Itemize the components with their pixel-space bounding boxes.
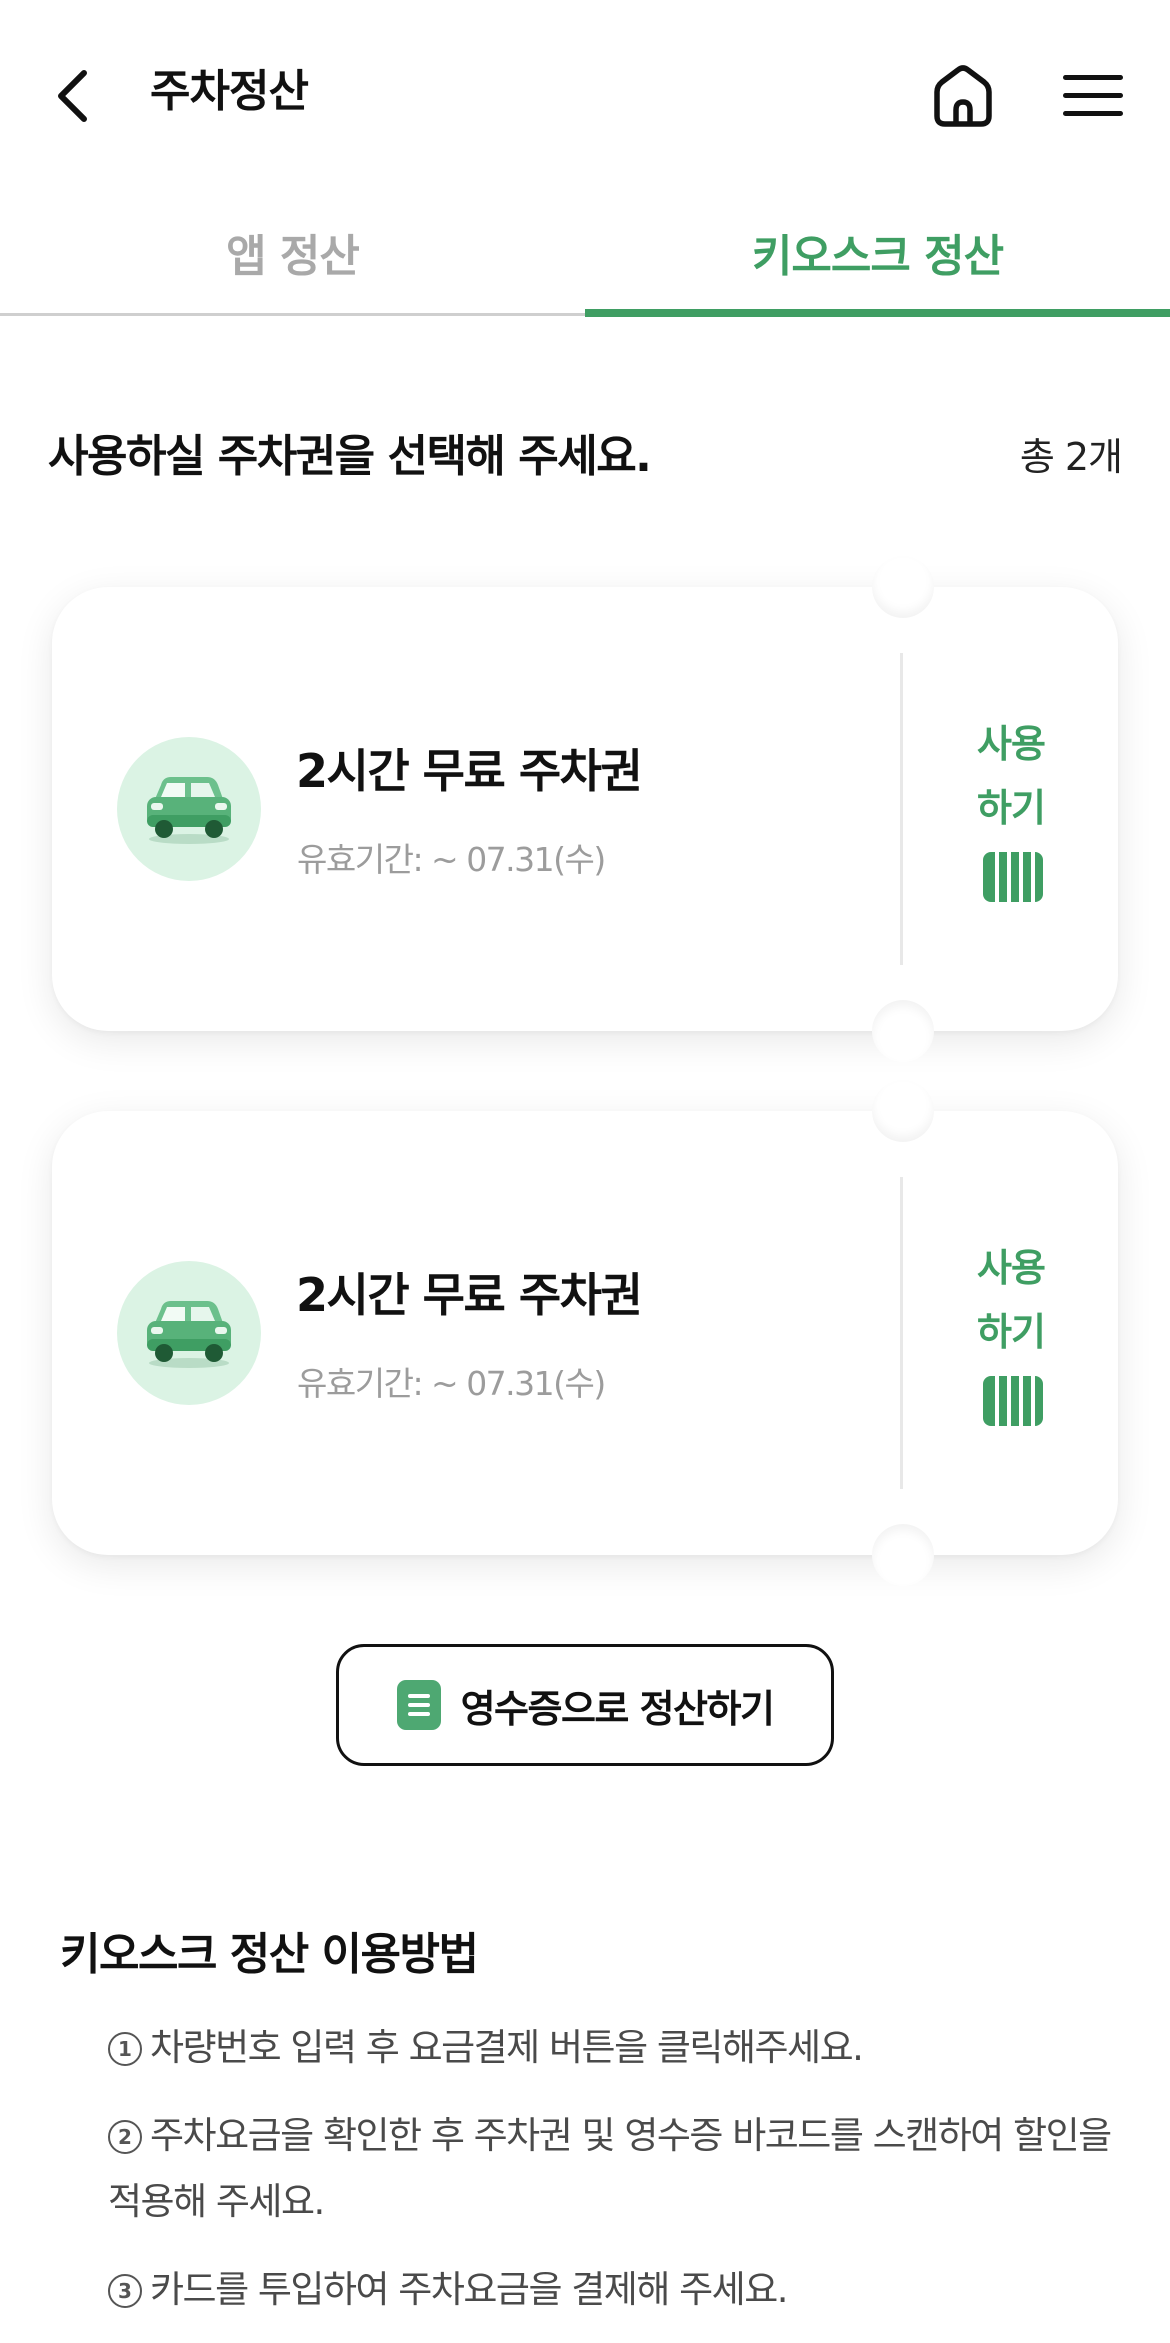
use-ticket-label-text: 사용 하기 bbox=[977, 1246, 1046, 1354]
page: 주차정산 앱 정산 키오스크 정산 사용하실 주차권을 선택해 주세요. 총 2… bbox=[0, 0, 1170, 2343]
back-button[interactable] bbox=[45, 58, 99, 134]
pay-with-receipt-button[interactable]: 영수증으로 정산하기 bbox=[336, 1644, 834, 1766]
tab-label: 앱 정산 bbox=[226, 230, 360, 282]
step-text: 차량번호 입력 후 요금결제 버튼을 클릭해주세요. bbox=[150, 2026, 864, 2069]
step-number: 1 bbox=[108, 2032, 142, 2066]
use-ticket-label: 사용 하기 bbox=[904, 1236, 1118, 1364]
barcode-icon bbox=[983, 852, 1043, 902]
tab-kiosk-payment[interactable]: 키오스크 정산 bbox=[585, 190, 1170, 317]
use-ticket-button[interactable]: 사용 하기 bbox=[904, 1111, 1118, 1555]
howto-list: 1 차량번호 입력 후 요금결제 버튼을 클릭해주세요. 2 주차요금을 확인한 후… bbox=[108, 2015, 1118, 2343]
receipt-button-label: 영수증으로 정산하기 bbox=[460, 1686, 775, 1731]
car-icon bbox=[117, 737, 261, 881]
ticket-name: 2시간 무료 주차권 bbox=[296, 744, 643, 798]
howto-step: 2 주차요금을 확인한 후 주차권 및 영수증 바코드를 스캔하여 할인을 적용해… bbox=[108, 2103, 1118, 2235]
parking-ticket-card[interactable]: 2시간 무료 주차권 유효기간: ~ 07.31(수) 사용 하기 bbox=[52, 1080, 1118, 1586]
chevron-left-icon bbox=[58, 70, 87, 122]
receipt-icon bbox=[396, 1680, 441, 1730]
home-button[interactable] bbox=[925, 58, 1001, 134]
menu-button[interactable] bbox=[1055, 58, 1131, 134]
use-ticket-label: 사용 하기 bbox=[904, 712, 1118, 840]
howto-step: 1 차량번호 입력 후 요금결제 버튼을 클릭해주세요. bbox=[108, 2015, 1118, 2081]
barcode-icon bbox=[983, 1376, 1043, 1426]
ticket-validity: 유효기간: ~ 07.31(수) bbox=[297, 1364, 606, 1403]
hamburger-menu-icon bbox=[1063, 75, 1123, 116]
howto-step: 3 카드를 투입하여 주차요금을 결제해 주세요. bbox=[108, 2257, 1118, 2323]
app-header: 주차정산 bbox=[0, 0, 1170, 190]
use-ticket-button[interactable]: 사용 하기 bbox=[904, 587, 1118, 1031]
step-number: 2 bbox=[108, 2120, 142, 2154]
tab-label: 키오스크 정산 bbox=[751, 230, 1004, 282]
ticket-count: 총 2개 bbox=[1019, 435, 1123, 479]
tab-app-payment[interactable]: 앱 정산 bbox=[0, 190, 585, 313]
car-icon bbox=[117, 1261, 261, 1405]
ticket-divider bbox=[900, 1177, 903, 1489]
page-title: 주차정산 bbox=[150, 66, 309, 117]
section-title: 사용하실 주차권을 선택해 주세요. bbox=[48, 431, 652, 482]
parking-ticket-card[interactable]: 2시간 무료 주차권 유효기간: ~ 07.31(수) 사용 하기 bbox=[52, 556, 1118, 1062]
tab-bar: 앱 정산 키오스크 정산 bbox=[0, 190, 1170, 317]
use-ticket-label-text: 사용 하기 bbox=[977, 722, 1046, 830]
howto-title: 키오스크 정산 이용방법 bbox=[60, 1929, 479, 1980]
ticket-validity: 유효기간: ~ 07.31(수) bbox=[297, 840, 606, 879]
step-text: 주차요금을 확인한 후 주차권 및 영수증 바코드를 스캔하여 할인을 적용해 … bbox=[108, 2114, 1112, 2223]
home-icon bbox=[934, 65, 992, 127]
ticket-name: 2시간 무료 주차권 bbox=[296, 1268, 643, 1322]
step-number: 3 bbox=[108, 2274, 142, 2308]
ticket-divider bbox=[900, 653, 903, 965]
step-text: 카드를 투입하여 주차요금을 결제해 주세요. bbox=[150, 2268, 789, 2311]
